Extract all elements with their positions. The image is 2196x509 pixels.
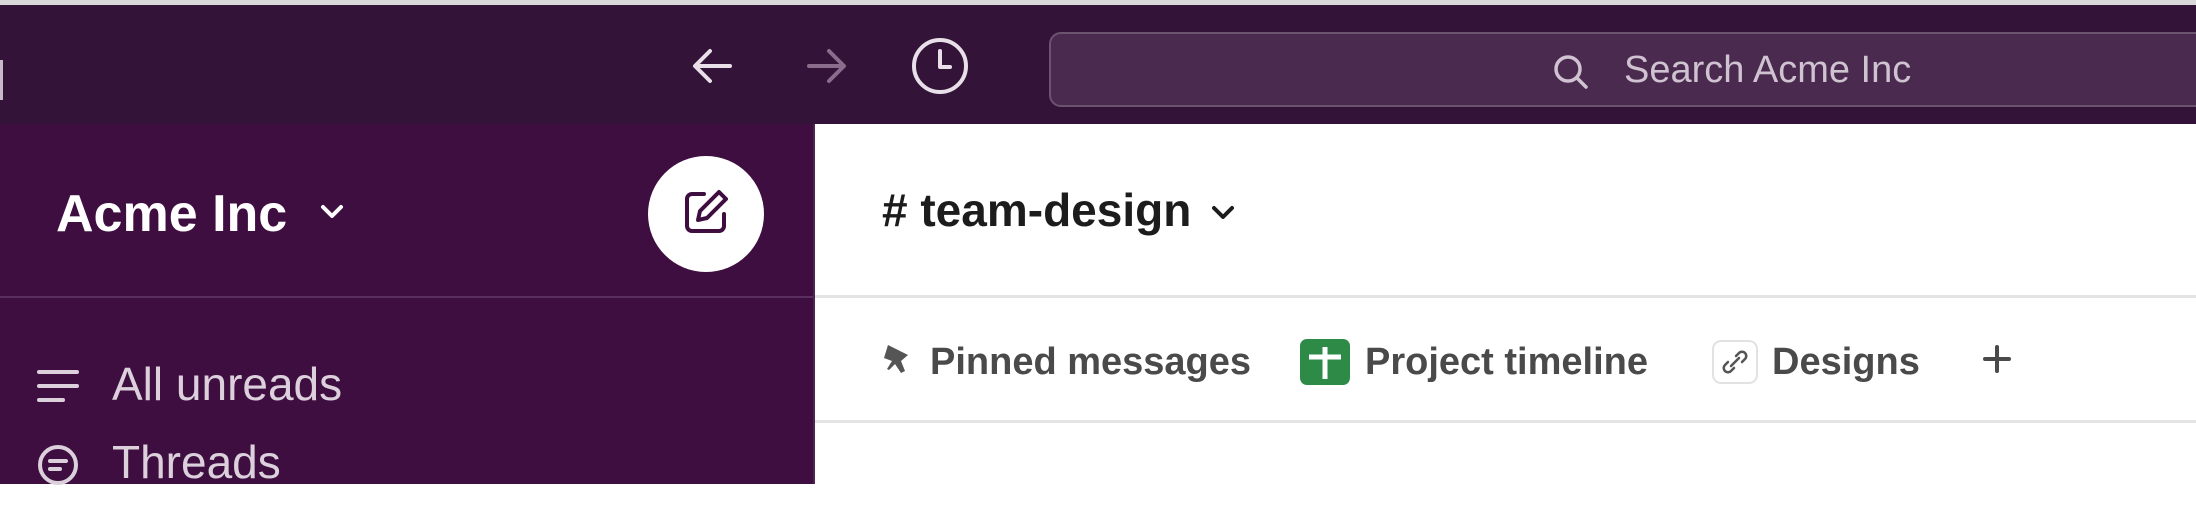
channel-header: # team-design [815, 124, 2196, 298]
clock-icon [910, 36, 970, 96]
sidebar-item-label: Threads [112, 436, 281, 488]
plus-icon [1981, 343, 2013, 380]
lines-icon [36, 366, 80, 411]
channel-name[interactable]: # team-design [882, 184, 1191, 236]
bookmark-label: Project timeline [1365, 341, 1648, 383]
bookmark-label: Designs [1772, 341, 1920, 383]
sidebar-item-threads[interactable]: Threads [0, 429, 813, 509]
arrow-left-icon [686, 40, 738, 92]
sidebar: Acme Inc All unreads Threads [0, 124, 815, 487]
bookmark-project-timeline[interactable]: Project timeline [1299, 338, 1648, 386]
workspace-header: Acme Inc [0, 124, 813, 298]
compose-icon [678, 184, 734, 245]
pin-icon [882, 342, 916, 382]
add-bookmark-button[interactable] [1972, 336, 2022, 386]
window-edge [0, 60, 3, 100]
search-icon [1551, 52, 1591, 97]
top-bar: Search Acme Inc [0, 0, 2196, 124]
search-input[interactable]: Search Acme Inc [1049, 32, 2196, 107]
bookmark-designs[interactable]: Designs [1712, 338, 1920, 386]
chevron-down-icon[interactable] [1210, 204, 1236, 227]
bookmark-pinned-messages[interactable]: Pinned messages [882, 338, 1251, 386]
compose-button[interactable] [648, 156, 764, 272]
arrow-right-icon [801, 40, 853, 92]
forward-button[interactable] [797, 35, 857, 97]
history-button[interactable] [910, 35, 970, 97]
bookmarks-bar: Pinned messages Project timeline Designs [815, 298, 2196, 423]
sidebar-item-all-unreads[interactable]: All unreads [0, 344, 813, 424]
back-button[interactable] [682, 35, 742, 97]
spreadsheet-icon [1299, 338, 1351, 386]
search-placeholder: Search Acme Inc [1624, 49, 1912, 91]
threads-icon [36, 443, 80, 492]
channel-view: # team-design Pinned messages Project ti… [815, 124, 2196, 484]
workspace-name[interactable]: Acme Inc [56, 186, 287, 242]
link-icon [1712, 340, 1758, 384]
bookmark-label: Pinned messages [930, 341, 1252, 383]
sidebar-item-label: All unreads [112, 358, 343, 410]
chevron-down-icon[interactable] [318, 202, 346, 227]
